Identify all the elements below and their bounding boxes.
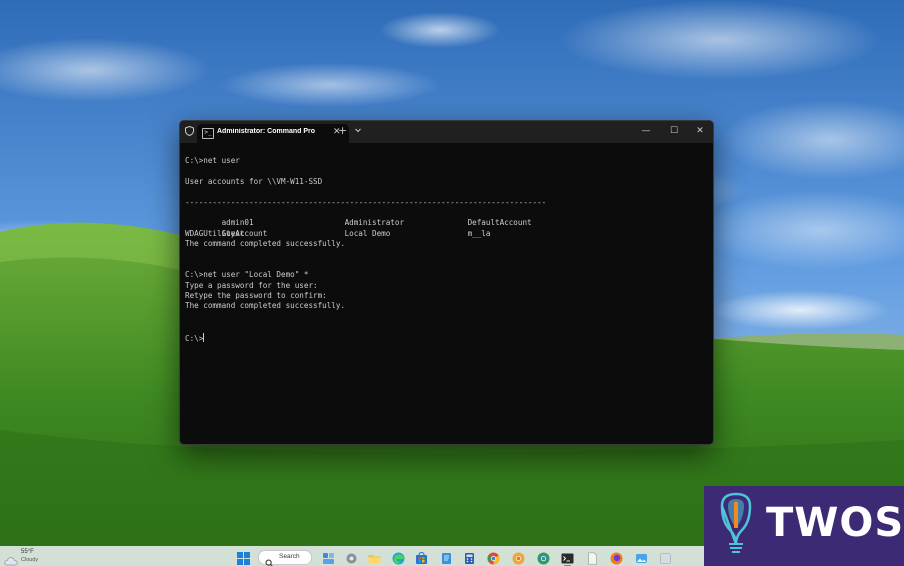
taskbar-app-photos[interactable] [635,550,648,563]
tab-title: Administrator: Command Pro [217,128,316,135]
user-account-cell: Local Demo [344,228,391,238]
terminal-icon: >_ [202,128,214,139]
chrome-dev-icon [512,552,525,565]
terminal-window[interactable]: >_ Administrator: Command Pro ✕ + — ☐ ✕ … [179,120,714,445]
start-button[interactable] [237,550,250,565]
desktop: >_ Administrator: Command Pro ✕ + — ☐ ✕ … [0,0,904,566]
console-line: The command completed successfully. [185,239,346,249]
search-icon [265,553,274,566]
taskbar-app-chrome-dev[interactable] [512,550,525,565]
text-cursor [203,332,205,342]
console-output[interactable]: C:\>net user User accounts for \\VM-W11-… [185,156,546,343]
console-line: The command completed successfully. [185,301,346,311]
widgets-icon [323,553,334,564]
firefox-icon [610,552,623,565]
user-account-cell: DefaultAccount [467,218,532,228]
weather-condition: Cloudy [21,557,39,563]
terminal-icon [561,553,574,564]
edge-icon [392,552,405,565]
search-label: Search [279,553,300,560]
taskbar-app-settings[interactable] [345,550,358,564]
shield-icon [185,125,194,140]
taskbar-app-notepad[interactable] [440,550,453,564]
cloud-icon [4,551,18,566]
settings-icon [346,553,357,564]
tab-command-prompt[interactable]: >_ Administrator: Command Pro ✕ [197,124,349,143]
new-tab-button[interactable]: + [338,125,347,137]
maximize-button[interactable]: ☐ [663,124,685,138]
notepad-icon [442,553,451,564]
taskbar-app-widgets[interactable] [322,550,335,564]
chevron-down-icon[interactable] [354,126,362,138]
taskbar-app-calculator[interactable] [463,550,476,564]
prompt-text: C:\> [185,333,204,343]
taskbar-app-file-explorer[interactable] [368,550,381,564]
calculator-icon [465,553,474,564]
console-line: C:\>net user [185,156,240,165]
site-logo-watermark: TWOS [704,486,904,566]
photos-icon [636,554,647,563]
minimize-button[interactable]: — [635,124,657,138]
weather-temperature: 55°F [21,549,34,555]
store-icon [416,551,427,564]
user-account-cell: Administrator [344,218,405,228]
taskbar-app-firefox[interactable] [610,550,623,565]
command-prompt-line[interactable]: C:\> [185,332,546,343]
user-account-cell: m__la [467,228,491,238]
taskbar-app-chrome-canary[interactable] [537,550,550,565]
console-separator: ----------------------------------------… [185,197,547,207]
console-line: Retype the password to confirm: [185,291,327,301]
console-line: C:\>net user "Local Demo" * [185,270,309,280]
title-bar[interactable]: >_ Administrator: Command Pro ✕ + — ☐ ✕ [180,121,713,143]
close-window-button[interactable]: ✕ [689,124,711,138]
console-line: User accounts for \\VM-W11-SSD [185,176,323,186]
console-line: Type a password for the user: [185,280,318,290]
weather-widget[interactable]: 55°F Cloudy [4,549,44,566]
user-accounts-row: admin01 Administrator DefaultAccount [185,208,546,227]
logo-icon [720,492,752,553]
taskbar-search-box[interactable]: Search [258,550,312,566]
taskbar-app-terminal[interactable] [561,550,574,566]
logo-text: TWOS [766,500,904,546]
taskbar-app-generic[interactable] [659,550,672,564]
file-explorer-icon [368,555,381,564]
windows-start-icon [237,552,250,565]
app-icon [660,553,671,564]
document-icon [588,552,597,565]
chrome-icon [487,552,500,565]
user-account-cell: admin01 [221,218,254,228]
taskbar-app-store[interactable] [415,550,428,564]
taskbar-app-edge[interactable] [392,550,405,565]
chrome-canary-icon [537,552,550,565]
taskbar-app-document[interactable] [586,550,599,565]
taskbar-app-chrome[interactable] [487,550,500,565]
